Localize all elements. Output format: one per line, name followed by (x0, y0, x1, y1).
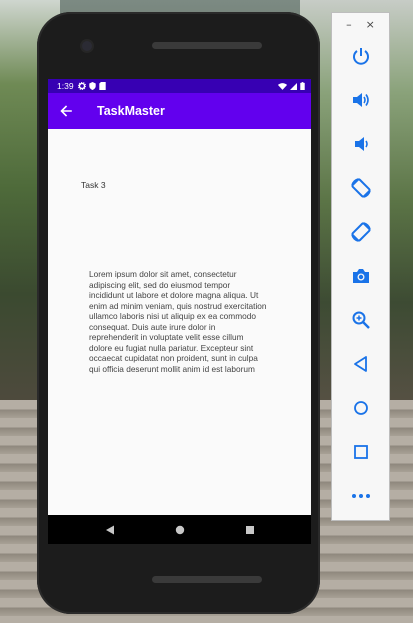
volume-up-icon (353, 93, 369, 107)
rotate-left-button[interactable] (346, 173, 376, 203)
gear-icon (77, 82, 86, 90)
back-icon (354, 356, 367, 372)
home-icon (354, 401, 368, 415)
status-time: 1:39 (57, 81, 74, 91)
task-description: Lorem ipsum dolor sit amet, consectetur … (89, 269, 267, 374)
more-icon (352, 494, 370, 498)
arrow-left-icon (60, 105, 72, 117)
app-title: TaskMaster (97, 104, 165, 118)
power-button[interactable] (346, 41, 376, 71)
battery-icon (300, 82, 305, 90)
wifi-icon (278, 82, 287, 90)
sd-card-icon (98, 82, 106, 90)
overview-icon (354, 445, 368, 459)
status-bar: 1:39 (48, 79, 311, 93)
signal-icon (290, 82, 297, 90)
shield-icon (88, 82, 96, 90)
minimize-button[interactable]: – (346, 18, 352, 31)
nav-home-button[interactable] (167, 519, 193, 541)
earpiece (152, 42, 262, 49)
app-bar: TaskMaster (48, 93, 311, 129)
zoom-icon (352, 311, 370, 329)
task-title: Task 3 (81, 180, 106, 190)
home-circle-icon (175, 525, 184, 534)
panel-window-controls: – × (332, 13, 389, 35)
navigation-bar (48, 515, 311, 544)
emulator-home-button[interactable] (346, 393, 376, 423)
task-detail-content: Task 3 Lorem ipsum dolor sit amet, conse… (48, 129, 311, 515)
emulator-overview-button[interactable] (346, 437, 376, 467)
nav-recents-button[interactable] (237, 519, 263, 541)
back-triangle-icon (105, 525, 114, 534)
rotate-right-button[interactable] (346, 217, 376, 247)
phone-screen: 1:39 TaskMaster Task 3 Lorem ipsum dolor… (48, 79, 311, 544)
back-button[interactable] (51, 93, 81, 129)
zoom-button[interactable] (346, 305, 376, 335)
screenshot-button[interactable] (346, 261, 376, 291)
power-icon (353, 48, 369, 65)
rotate-left-icon (351, 178, 371, 198)
emulator-back-button[interactable] (346, 349, 376, 379)
front-camera (82, 41, 92, 51)
camera-icon (353, 269, 369, 283)
close-button[interactable]: × (366, 18, 375, 31)
bottom-speaker (152, 576, 262, 583)
nav-back-button[interactable] (97, 519, 123, 541)
status-icons-right (278, 82, 305, 90)
emulator-control-panel: – × (331, 12, 390, 521)
recents-square-icon (245, 525, 254, 534)
rotate-right-icon (351, 222, 371, 242)
volume-up-button[interactable] (346, 85, 376, 115)
more-options-button[interactable] (346, 481, 376, 511)
volume-down-icon (355, 137, 368, 151)
volume-down-button[interactable] (346, 129, 376, 159)
status-icons-left (77, 82, 106, 90)
